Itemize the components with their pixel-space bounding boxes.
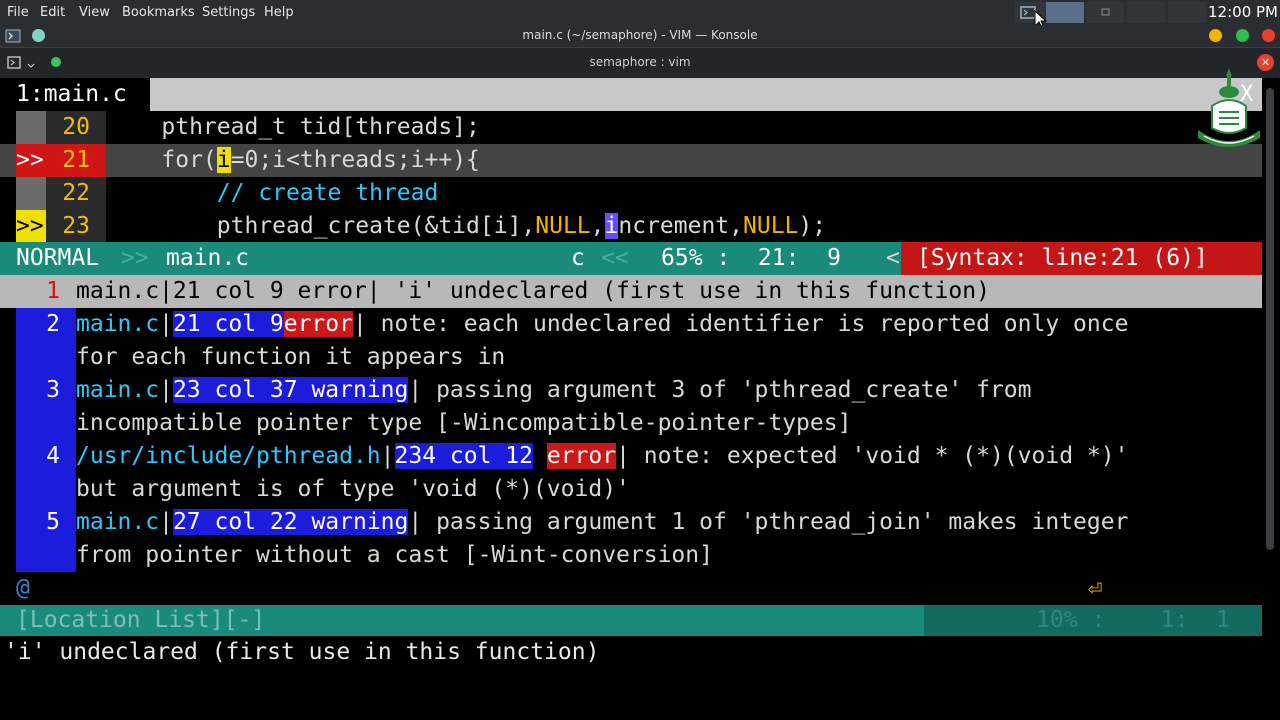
menu-bookmarks[interactable]: Bookmarks bbox=[122, 0, 195, 25]
location-list-item-3-cont: incompatible pointer type [-Wincompatibl… bbox=[0, 407, 1262, 440]
match-highlight: i bbox=[604, 213, 619, 239]
clock[interactable]: 12:00 PM bbox=[1208, 0, 1278, 25]
command-line[interactable]: 'i' undeclared (first use in this functi… bbox=[0, 636, 599, 669]
mode-indicator: NORMAL bbox=[16, 245, 100, 271]
maximize-button[interactable] bbox=[1236, 29, 1249, 42]
item-number: 3 bbox=[16, 374, 76, 407]
konsole-tabbar: semaphore : vim ✕ bbox=[0, 47, 1280, 78]
error-sign: >> bbox=[16, 144, 46, 177]
status-position: 65% : 21: 9 bbox=[661, 245, 842, 271]
line-number: 20 bbox=[46, 111, 106, 144]
taskbar-tray bbox=[1015, 2, 1210, 29]
sign-column bbox=[16, 111, 46, 144]
taskbar-window-3[interactable] bbox=[1127, 2, 1165, 23]
location-list-item-5[interactable]: 5 main.c|27 col 22 warning| passing argu… bbox=[0, 506, 1262, 539]
item-number: 2 bbox=[16, 308, 76, 341]
return-icon: ⏎ bbox=[1088, 574, 1103, 602]
minimize-button[interactable] bbox=[1209, 29, 1222, 42]
menu-settings[interactable]: Settings bbox=[202, 0, 255, 25]
status-filename: main.c bbox=[166, 245, 250, 271]
line-number: 21 bbox=[46, 144, 106, 177]
code-comment: // create thread bbox=[106, 180, 439, 206]
item-number: 5 bbox=[16, 506, 76, 539]
filler-marker: @ bbox=[16, 575, 30, 601]
syntax-error-indicator: [Syntax: line:21 (6)] bbox=[901, 242, 1262, 275]
location-list-label: [Location List][-] bbox=[16, 607, 266, 633]
code-text: pthread_t tid[threads]; bbox=[106, 114, 480, 140]
status-separator: >> bbox=[121, 245, 149, 271]
vim-statusline: NORMAL >> main.c c << 65% : 21: 9 < [Syn… bbox=[0, 242, 1262, 275]
menu-help[interactable]: Help bbox=[264, 0, 294, 25]
university-logo-icon bbox=[1198, 68, 1260, 147]
location-list-item-4-cont: but argument is of type 'void (*)(void)' bbox=[0, 473, 1262, 506]
cursor: i bbox=[216, 147, 231, 173]
vim-editor[interactable]: 1:main.c X 20 pthread_t tid[threads]; >>… bbox=[0, 78, 1280, 720]
code-text: for(i=0;i<threads;i++){ bbox=[106, 147, 480, 173]
terminal-scrollbar[interactable] bbox=[1266, 88, 1274, 550]
taskbar-window-2[interactable] bbox=[1086, 2, 1124, 23]
code-line-23[interactable]: >> 23 pthread_create(&tid[i],NULL,increm… bbox=[0, 210, 1262, 243]
menu-file[interactable]: File bbox=[7, 0, 29, 25]
close-button[interactable] bbox=[1262, 29, 1275, 42]
menu-edit[interactable]: Edit bbox=[40, 0, 65, 25]
vim-tab-main[interactable]: 1:main.c bbox=[0, 78, 150, 111]
location-list-item-3[interactable]: 3 main.c|23 col 37 warning| passing argu… bbox=[0, 374, 1262, 407]
vim-tabline: 1:main.c X bbox=[0, 78, 1262, 111]
location-list-item-2[interactable]: 2 main.c|21 col 9error| note: each undec… bbox=[0, 308, 1262, 341]
taskbar-window-active[interactable] bbox=[1046, 2, 1084, 23]
line-number: 22 bbox=[46, 177, 106, 210]
sign-column bbox=[16, 177, 46, 210]
status-separator: < bbox=[886, 245, 900, 271]
code-line-20[interactable]: 20 pthread_t tid[threads]; bbox=[0, 111, 1262, 144]
location-list-position: 10% : 1: 1 bbox=[924, 605, 1262, 636]
item-number: 4 bbox=[16, 440, 76, 473]
status-separator: << bbox=[601, 245, 629, 271]
code-line-21[interactable]: >> 21 for(i=0;i<threads;i++){ bbox=[0, 144, 1262, 177]
window-icon bbox=[1101, 8, 1110, 16]
item-number: 1 bbox=[16, 275, 76, 308]
window-titlebar: main.c (~/semaphore) - VIM — Konsole bbox=[0, 25, 1280, 47]
location-list-statusline: [Location List][-] 10% : 1: 1 bbox=[0, 605, 1262, 636]
taskbar-window-4[interactable] bbox=[1168, 2, 1206, 23]
code-line-22[interactable]: 22 // create thread bbox=[0, 177, 1262, 210]
location-list-item-5-cont: from pointer without a cast [-Wint-conve… bbox=[0, 539, 1262, 572]
tab-title[interactable]: semaphore : vim bbox=[0, 48, 1280, 76]
window-title: main.c (~/semaphore) - VIM — Konsole bbox=[522, 28, 758, 42]
location-list-item-1[interactable]: 1 main.c|21 col 9 error| 'i' undeclared … bbox=[0, 275, 1262, 308]
location-list-item-4[interactable]: 4 /usr/include/pthread.h|234 col 12 erro… bbox=[0, 440, 1262, 473]
location-list-item-2-cont: for each function it appears in bbox=[0, 341, 1262, 374]
status-filetype: c bbox=[571, 245, 585, 271]
warning-sign: >> bbox=[16, 210, 46, 243]
item-text: main.c|21 col 9 error| 'i' undeclared (f… bbox=[76, 278, 990, 304]
code-text: pthread_create(&tid[i],NULL,increment,NU… bbox=[106, 213, 827, 239]
command-message: 'i' undeclared (first use in this functi… bbox=[4, 639, 600, 665]
filler-line: @ ⏎ bbox=[0, 572, 1262, 605]
line-number: 23 bbox=[46, 210, 106, 243]
menubar: File Edit View Bookmarks Settings Help 1… bbox=[0, 0, 1280, 29]
menu-view[interactable]: View bbox=[79, 0, 110, 25]
